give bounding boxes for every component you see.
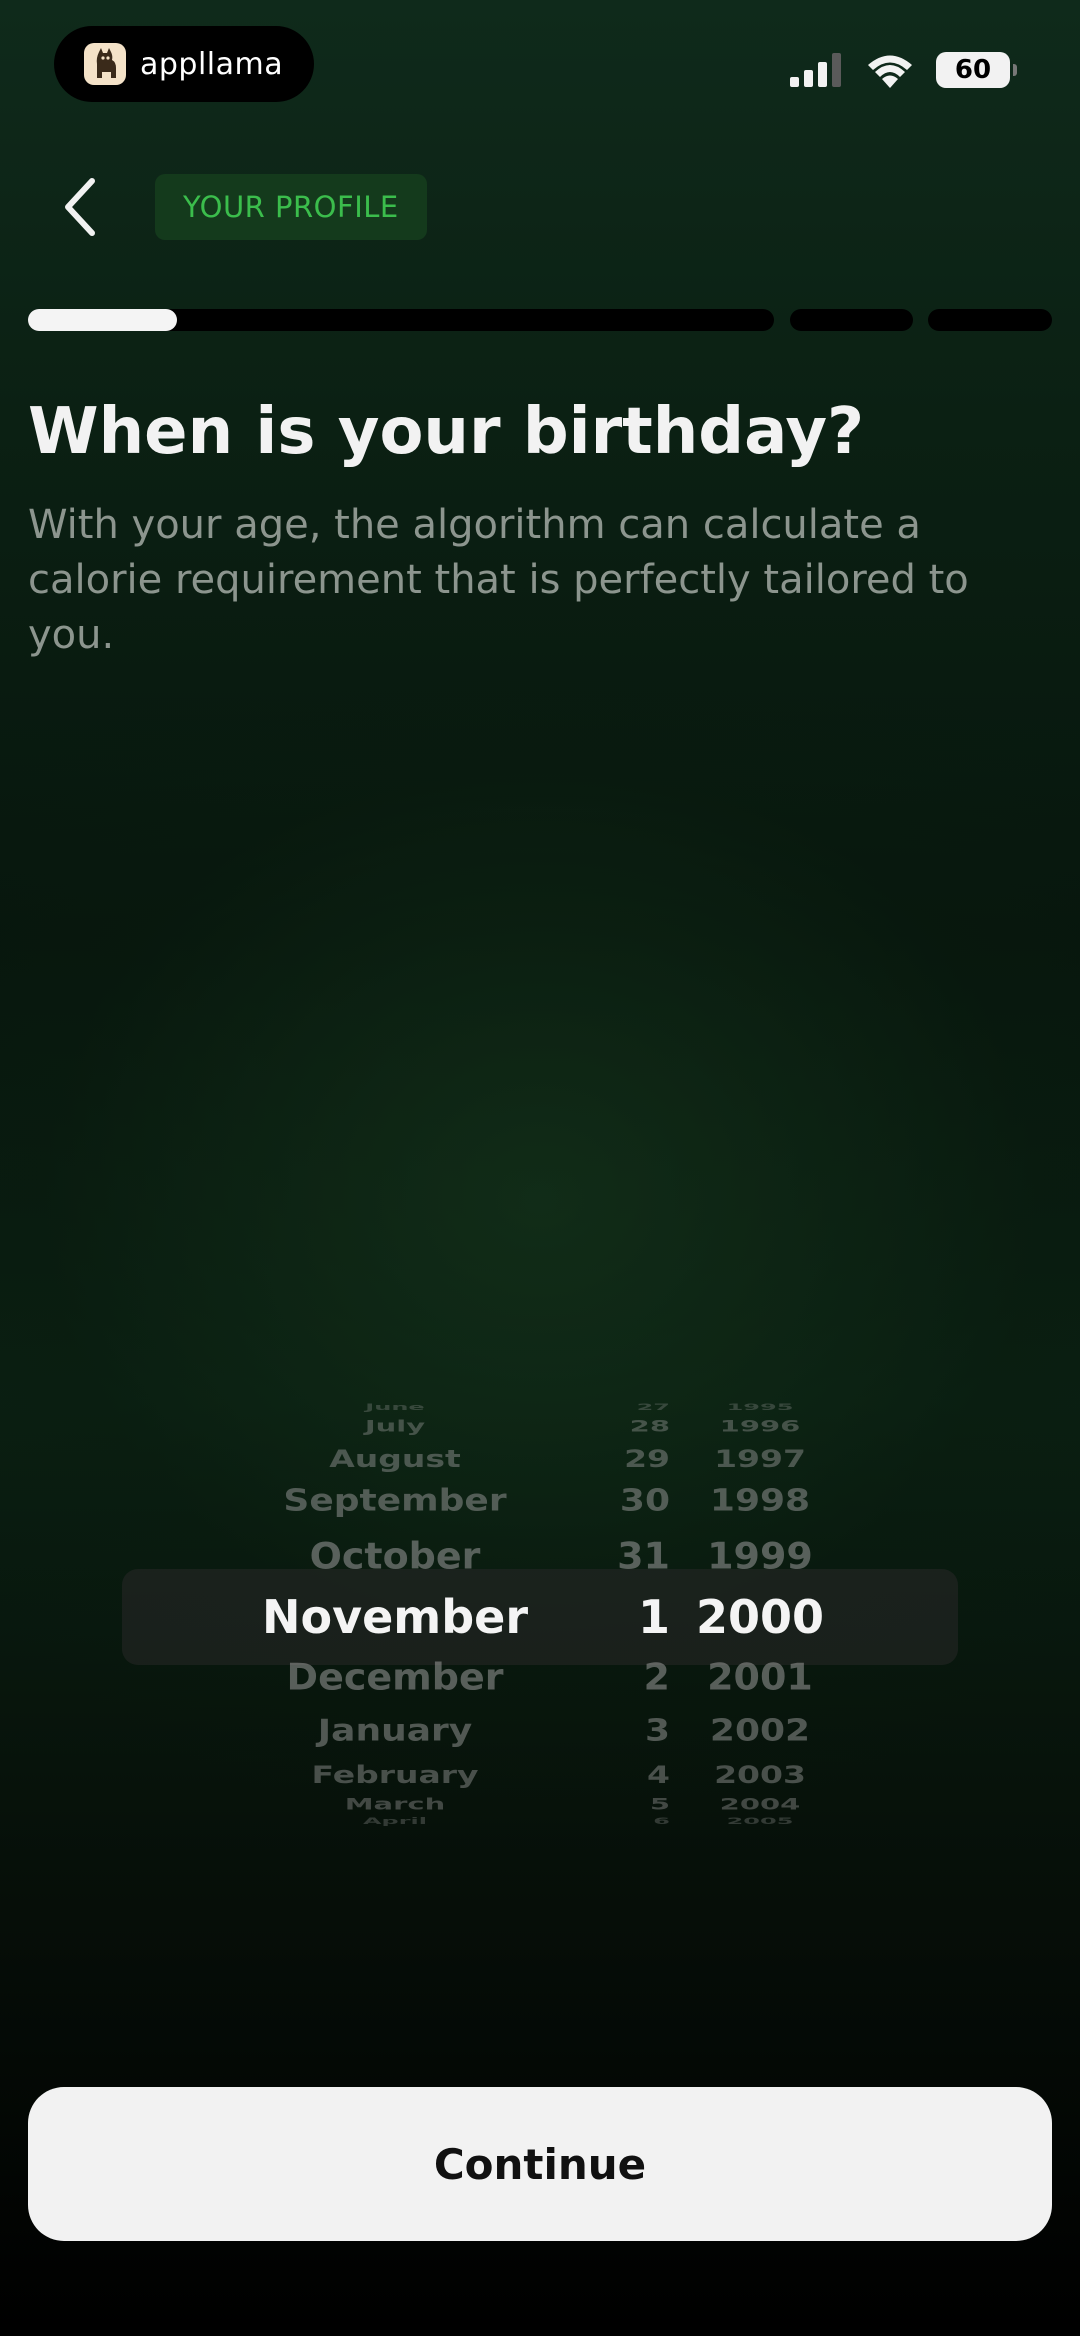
date-picker[interactable]: June July August September October November De… [0,1300,1080,1940]
continue-button[interactable]: Continue [28,2087,1052,2241]
month-option[interactable]: February [240,1762,550,1786]
llama-icon [84,43,126,85]
day-option[interactable]: 3 [570,1715,670,1747]
year-option[interactable]: 1999 [680,1538,840,1574]
year-option[interactable]: 2002 [680,1715,840,1747]
day-option[interactable]: 4 [570,1762,670,1786]
day-wheel[interactable]: 27 28 29 30 31 1 2 3 4 5 6 [570,1300,670,1940]
cellular-signal-icon [790,53,841,87]
year-option[interactable]: 2004 [680,1796,840,1812]
month-option[interactable]: October [240,1538,550,1574]
progress-segment [28,309,774,331]
year-option[interactable]: 1997 [680,1446,840,1470]
month-option[interactable]: September [240,1485,550,1517]
month-option[interactable]: June [240,1402,550,1411]
battery-indicator: 60 [936,52,1017,88]
progress-segment [928,309,1052,331]
wifi-icon [868,55,912,88]
progress-segment [790,309,913,331]
app-name: appllama [140,46,284,82]
year-option[interactable]: 2005 [680,1816,840,1825]
birthday-screen: appllama 60 YOUR PROFILE When is your bi… [0,0,1080,2336]
day-option[interactable]: 27 [570,1402,670,1411]
month-wheel[interactable]: June July August September October November De… [240,1300,550,1940]
page-subtitle: With your age, the algorithm can calcula… [28,502,969,658]
day-option[interactable]: 31 [570,1538,670,1574]
month-option[interactable]: January [240,1715,550,1747]
day-option[interactable]: 30 [570,1485,670,1517]
status-icons: 60 [790,50,1017,90]
year-option-selected[interactable]: 2000 [680,1594,840,1640]
day-option[interactable]: 2 [570,1659,670,1695]
back-button[interactable] [50,172,110,242]
month-option[interactable]: July [240,1418,550,1434]
year-option[interactable]: 1996 [680,1418,840,1434]
progress-fill [28,309,178,331]
month-option[interactable]: August [240,1446,550,1470]
chevron-left-icon [65,178,95,236]
month-option-selected[interactable]: November [240,1594,550,1640]
progress-bar [28,309,1052,331]
month-option[interactable]: March [240,1796,550,1812]
day-option-selected[interactable]: 1 [570,1594,670,1640]
year-option[interactable]: 2003 [680,1762,840,1786]
day-option[interactable]: 28 [570,1418,670,1434]
year-wheel[interactable]: 1995 1996 1997 1998 1999 2000 2001 2002 2003 2004… [680,1300,840,1940]
section-badge: YOUR PROFILE [155,174,427,240]
day-option[interactable]: 5 [570,1796,670,1812]
year-option[interactable]: 1998 [680,1485,840,1517]
page-title: When is your birthday? [28,395,865,469]
month-option[interactable]: December [240,1659,550,1695]
year-option[interactable]: 2001 [680,1659,840,1695]
day-option[interactable]: 29 [570,1446,670,1470]
month-option[interactable]: April [240,1816,550,1825]
day-option[interactable]: 6 [570,1816,670,1825]
app-indicator-pill[interactable]: appllama [54,26,314,102]
year-option[interactable]: 1995 [680,1402,840,1411]
